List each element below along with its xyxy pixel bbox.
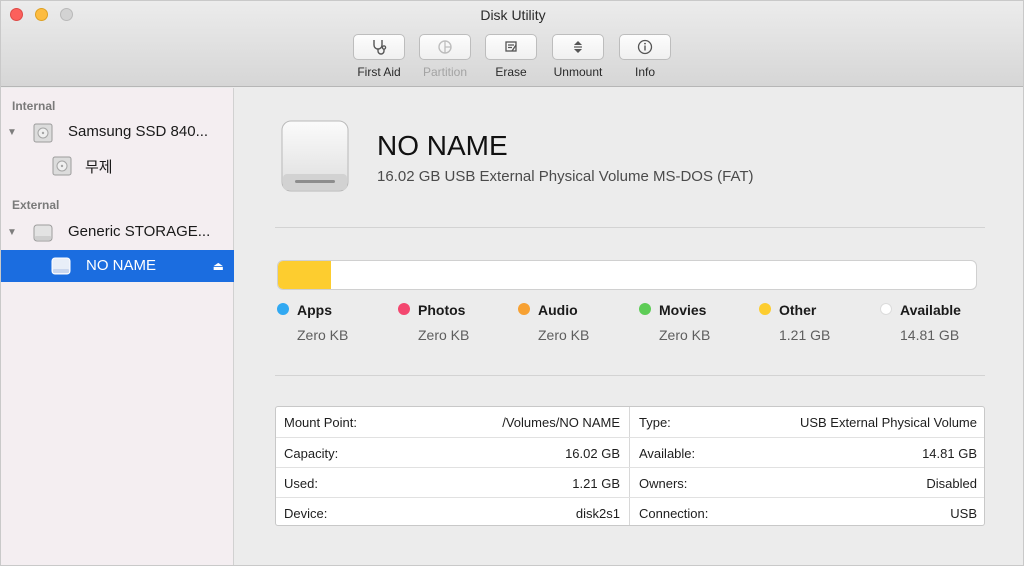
used-value: 1.21 GB <box>572 475 620 491</box>
connection-key: Connection: <box>639 505 709 521</box>
legend-label: Apps <box>297 302 332 318</box>
mount-point-value: /Volumes/NO NAME <box>502 414 620 430</box>
erase-icon <box>505 41 517 52</box>
info-row: Mount Point: /Volumes/NO NAME Type: USB … <box>276 407 984 437</box>
external-drive-icon <box>33 224 53 242</box>
toolbar: Disk Utility First Aid Partition Erase U… <box>1 1 1023 87</box>
internal-drive-icon <box>33 123 53 143</box>
volume-name: NO NAME <box>377 130 508 161</box>
legend-apps: Apps Zero KB <box>277 302 397 343</box>
sidebar-item-generic-storage[interactable]: ▼ Generic STORAGE... <box>1 216 234 248</box>
used-key: Used: <box>284 475 318 491</box>
usage-bar-other-segment <box>278 261 332 289</box>
sidebar-item-no-name[interactable]: NO NAME ⏏ <box>1 250 234 282</box>
sidebar-item-untitled-volume[interactable]: 무제 <box>1 149 234 181</box>
legend-label: Other <box>779 302 817 318</box>
pie-chart-icon <box>438 40 452 54</box>
capacity-key: Capacity: <box>284 445 339 461</box>
capacity-value: 16.02 GB <box>565 445 620 461</box>
unmount-label: Unmount <box>553 65 603 79</box>
owners-key: Owners: <box>639 475 688 491</box>
first-aid-button[interactable]: First Aid <box>352 34 406 79</box>
legend-value: Zero KB <box>659 327 711 343</box>
info-row: Device: disk2s1 Connection: USB <box>276 497 984 527</box>
volume-info-table: Mount Point: /Volumes/NO NAME Type: USB … <box>275 406 985 526</box>
info-icon <box>637 39 653 55</box>
legend-audio: Audio Zero KB <box>518 302 638 343</box>
external-volume-large-icon <box>281 120 349 192</box>
legend-movies: Movies Zero KB <box>639 302 759 343</box>
erase-button[interactable]: Erase <box>484 34 538 79</box>
window-title: Disk Utility <box>480 7 546 23</box>
volume-detail-pane: NO NAME 16.02 GB USB External Physical V… <box>235 88 1023 565</box>
legend-other: Other 1.21 GB <box>759 302 879 343</box>
sidebar-item-label: 무제 <box>85 159 113 176</box>
legend-photos: Photos Zero KB <box>398 302 518 343</box>
disk-utility-window: Disk Utility First Aid Partition Erase U… <box>0 0 1024 566</box>
type-key: Type: <box>639 414 671 430</box>
info-row: Used: 1.21 GB Owners: Disabled <box>276 467 984 497</box>
legend-label: Available <box>900 302 961 318</box>
eject-icon[interactable]: ⏏ <box>213 259 224 273</box>
info-button[interactable]: Info <box>618 34 672 79</box>
type-value: USB External Physical Volume <box>799 414 977 430</box>
connection-value: USB <box>950 505 977 521</box>
info-row: Capacity: 16.02 GB Available: 14.81 GB <box>276 437 984 467</box>
legend-value: Zero KB <box>538 327 590 343</box>
legend-value: Zero KB <box>418 327 470 343</box>
legend-value: Zero KB <box>297 327 349 343</box>
available-key: Available: <box>639 445 696 461</box>
photos-color-dot <box>398 303 410 315</box>
available-value: 14.81 GB <box>922 445 977 461</box>
legend-label: Movies <box>659 302 707 318</box>
legend-value: 1.21 GB <box>779 327 831 343</box>
external-volume-icon <box>51 257 71 275</box>
stethoscope-icon <box>373 40 387 55</box>
unmount-button[interactable]: Unmount <box>551 34 605 79</box>
erase-label: Erase <box>495 65 527 79</box>
sidebar-section-external: External <box>12 198 60 212</box>
available-color-dot <box>880 303 892 315</box>
sidebar-section-internal: Internal <box>12 99 56 113</box>
sidebar-item-label: Samsung SSD 840... <box>68 123 209 140</box>
volume-description: 16.02 GB USB External Physical Volume MS… <box>377 168 754 185</box>
audio-color-dot <box>518 303 530 315</box>
sidebar: Internal ▼ Samsung SSD 840... 무제 Externa… <box>1 88 234 565</box>
device-value: disk2s1 <box>575 505 620 521</box>
unmount-icon <box>574 41 582 53</box>
internal-volume-icon <box>52 156 72 176</box>
divider <box>275 227 985 228</box>
legend-available: Available 14.81 GB <box>880 302 1000 343</box>
storage-usage-bar <box>277 260 977 290</box>
divider <box>275 375 985 376</box>
legend-label: Audio <box>538 302 578 318</box>
device-key: Device: <box>284 505 328 521</box>
legend-label: Photos <box>418 302 466 318</box>
sidebar-item-samsung-ssd[interactable]: ▼ Samsung SSD 840... <box>1 116 234 148</box>
info-label: Info <box>634 65 655 79</box>
first-aid-label: First Aid <box>357 65 401 79</box>
mount-point-key: Mount Point: <box>284 414 357 430</box>
sidebar-item-label: NO NAME <box>86 257 157 274</box>
movies-color-dot <box>639 303 651 315</box>
owners-value: Disabled <box>926 475 977 491</box>
legend-value: 14.81 GB <box>900 327 960 343</box>
apps-color-dot <box>277 303 289 315</box>
partition-button[interactable]: Partition <box>418 34 472 79</box>
sidebar-item-label: Generic STORAGE... <box>68 223 211 240</box>
partition-label: Partition <box>422 65 468 79</box>
disclosure-triangle-icon[interactable]: ▼ <box>7 227 17 238</box>
other-color-dot <box>759 303 771 315</box>
disclosure-triangle-icon[interactable]: ▼ <box>7 127 17 138</box>
